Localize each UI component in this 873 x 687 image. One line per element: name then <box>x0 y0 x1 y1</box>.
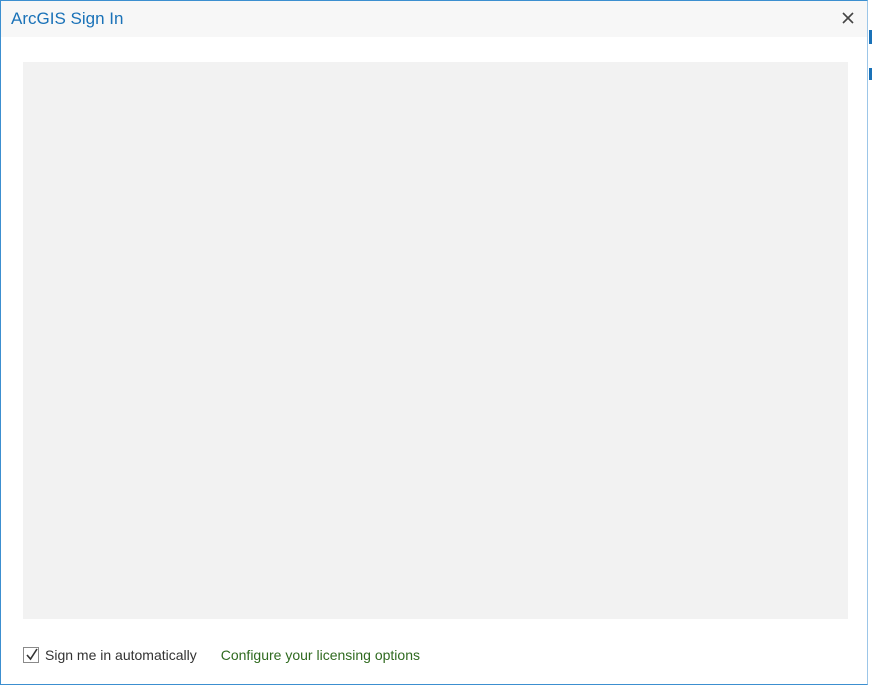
title-bar: ArcGIS Sign In <box>1 1 867 37</box>
sign-in-web-frame[interactable] <box>23 62 848 619</box>
background-edge-mark <box>869 30 872 44</box>
close-icon <box>842 12 854 24</box>
auto-signin-label[interactable]: Sign me in automatically <box>45 647 197 663</box>
licensing-options-link[interactable]: Configure your licensing options <box>221 647 420 663</box>
dialog-footer: Sign me in automatically Configure your … <box>23 644 420 666</box>
background-window-edge <box>868 0 873 687</box>
background-edge-mark <box>869 68 872 80</box>
sign-in-dialog: ArcGIS Sign In Sign me in automatically … <box>0 0 868 685</box>
checkmark-icon <box>26 648 38 661</box>
close-button[interactable] <box>837 7 859 29</box>
auto-signin-checkbox[interactable] <box>23 647 39 663</box>
dialog-title: ArcGIS Sign In <box>11 9 124 28</box>
